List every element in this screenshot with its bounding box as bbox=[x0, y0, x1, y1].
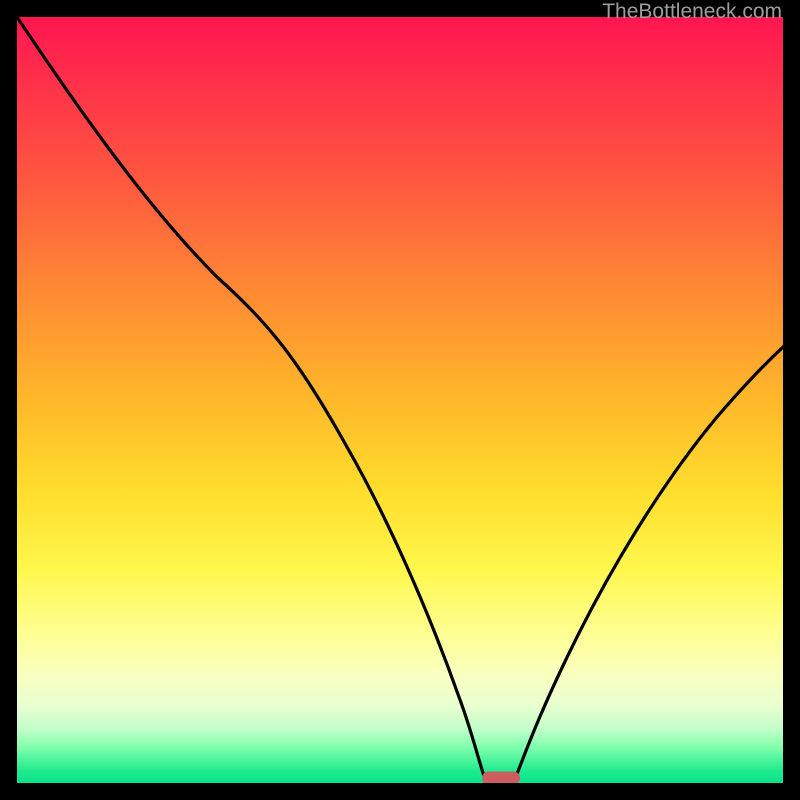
optimal-marker bbox=[482, 772, 520, 783]
watermark-label: TheBottleneck.com bbox=[602, 0, 782, 24]
bottleneck-curve bbox=[17, 17, 783, 783]
curve-path bbox=[17, 17, 783, 779]
chart-frame: TheBottleneck.com bbox=[0, 0, 800, 800]
plot-area bbox=[17, 17, 783, 783]
